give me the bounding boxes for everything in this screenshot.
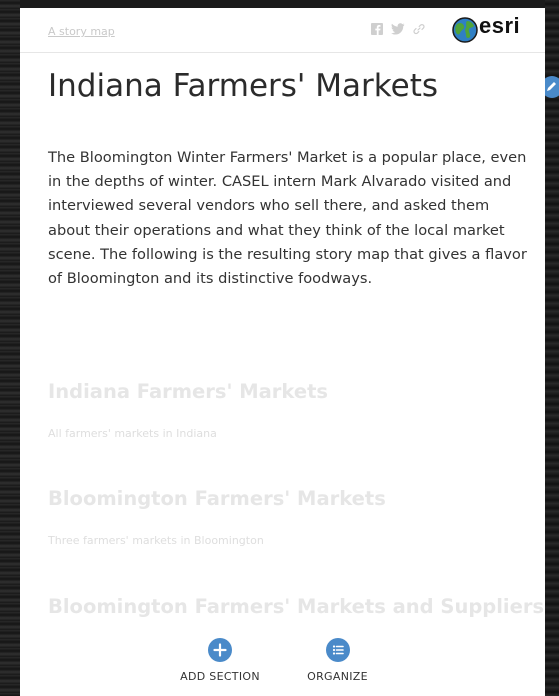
story-header: A story map esri <box>20 8 545 53</box>
link-icon[interactable] <box>413 23 425 35</box>
add-section-label: ADD SECTION <box>180 670 260 683</box>
section-title[interactable]: Bloomington Farmers' Markets <box>48 487 386 510</box>
background-right <box>545 0 559 696</box>
esri-globe-icon <box>452 17 478 43</box>
list-icon <box>325 638 350 662</box>
story-title: Indiana Farmers' Markets <box>48 68 439 104</box>
section-subtitle: All farmers' markets in Indiana <box>48 427 217 440</box>
add-section-button[interactable]: ADD SECTION <box>170 638 270 683</box>
section-subtitle: Three farmers' markets in Bloomington <box>48 534 264 547</box>
background-left <box>0 0 20 696</box>
twitter-icon[interactable] <box>391 23 405 35</box>
section-title[interactable]: Indiana Farmers' Markets <box>48 380 328 403</box>
organize-label: ORGANIZE <box>307 670 368 683</box>
organize-button[interactable]: ORGANIZE <box>290 638 385 683</box>
plus-icon <box>208 638 232 662</box>
esri-logo-text: esri <box>479 13 521 38</box>
story-map-link[interactable]: A story map <box>48 25 115 38</box>
story-intro: The Bloomington Winter Farmers' Market i… <box>48 149 527 288</box>
builder-toolbar: ADD SECTION ORGANIZE <box>20 628 545 696</box>
story-panel: A story map esri Indiana Farmers' Market… <box>20 8 545 696</box>
facebook-icon[interactable] <box>371 23 383 35</box>
section-title[interactable]: Bloomington Farmers' Markets and Supplie… <box>48 595 544 618</box>
